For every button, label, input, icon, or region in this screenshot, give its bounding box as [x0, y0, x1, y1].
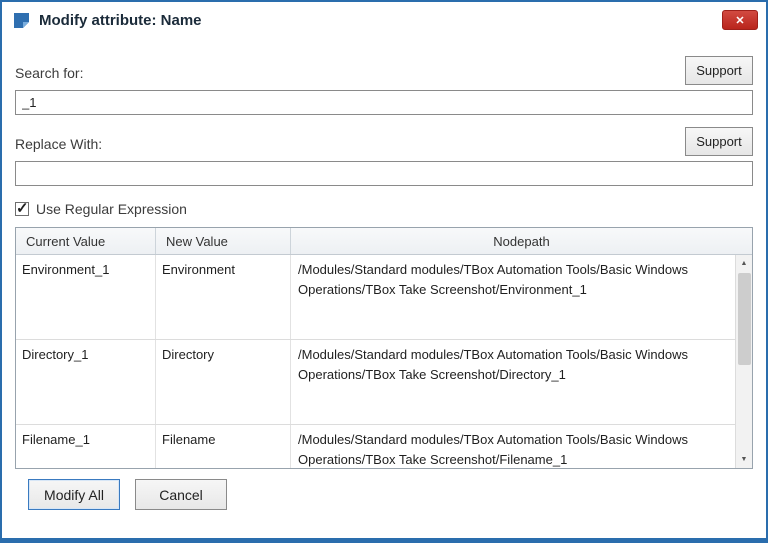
table-row[interactable]: Environment_1 Environment /Modules/Stand… [16, 255, 735, 340]
close-icon: ✕ [735, 14, 744, 27]
table-header-row: Current Value New Value Nodepath [16, 228, 752, 255]
table-body: Environment_1 Environment /Modules/Stand… [16, 255, 752, 468]
results-table: Current Value New Value Nodepath Environ… [15, 227, 753, 469]
search-support-button[interactable]: Support [685, 56, 753, 85]
header-nodepath[interactable]: Nodepath [291, 228, 752, 254]
table-rows: Environment_1 Environment /Modules/Stand… [16, 255, 735, 468]
cell-new-value: Environment [156, 255, 291, 339]
dialog-title: Modify attribute: Name [39, 12, 202, 29]
scroll-up-button[interactable]: ▲ [736, 255, 752, 272]
cell-new-value: Filename [156, 425, 291, 468]
cell-new-value: Directory [156, 340, 291, 424]
cell-nodepath: /Modules/Standard modules/TBox Automatio… [291, 255, 735, 339]
scroll-down-icon: ▼ [741, 456, 748, 463]
vertical-scrollbar[interactable]: ▲ ▼ [735, 255, 752, 468]
cell-nodepath: /Modules/Standard modules/TBox Automatio… [291, 425, 735, 468]
scroll-down-button[interactable]: ▼ [736, 451, 752, 468]
replace-label: Replace With: [15, 136, 102, 156]
scroll-thumb[interactable] [738, 273, 751, 365]
regex-option-row: Use Regular Expression [15, 201, 753, 217]
modify-all-button[interactable]: Modify All [28, 479, 120, 510]
header-current-value[interactable]: Current Value [16, 228, 156, 254]
regex-label: Use Regular Expression [36, 201, 187, 217]
replace-support-button[interactable]: Support [685, 127, 753, 156]
header-new-value[interactable]: New Value [156, 228, 291, 254]
title-bar: Modify attribute: Name ✕ [2, 2, 766, 38]
close-button[interactable]: ✕ [722, 10, 758, 30]
search-input[interactable] [15, 90, 753, 115]
cell-nodepath: /Modules/Standard modules/TBox Automatio… [291, 340, 735, 424]
regex-checkbox[interactable] [15, 202, 29, 216]
search-field-head: Search for: Support [15, 56, 753, 85]
cancel-button[interactable]: Cancel [135, 479, 227, 510]
dialog-content: Search for: Support Replace With: Suppor… [2, 38, 766, 520]
replace-input[interactable] [15, 161, 753, 186]
app-icon [12, 11, 31, 30]
scroll-track[interactable] [736, 365, 752, 451]
cell-current-value: Filename_1 [16, 425, 156, 468]
replace-field-head: Replace With: Support [15, 127, 753, 156]
table-row[interactable]: Directory_1 Directory /Modules/Standard … [16, 340, 735, 425]
footer-actions: Modify All Cancel [15, 469, 753, 520]
cell-current-value: Environment_1 [16, 255, 156, 339]
table-row[interactable]: Filename_1 Filename /Modules/Standard mo… [16, 425, 735, 468]
scroll-up-icon: ▲ [741, 260, 748, 267]
dialog-window: Modify attribute: Name ✕ Search for: Sup… [0, 0, 768, 543]
search-label: Search for: [15, 65, 83, 85]
cell-current-value: Directory_1 [16, 340, 156, 424]
